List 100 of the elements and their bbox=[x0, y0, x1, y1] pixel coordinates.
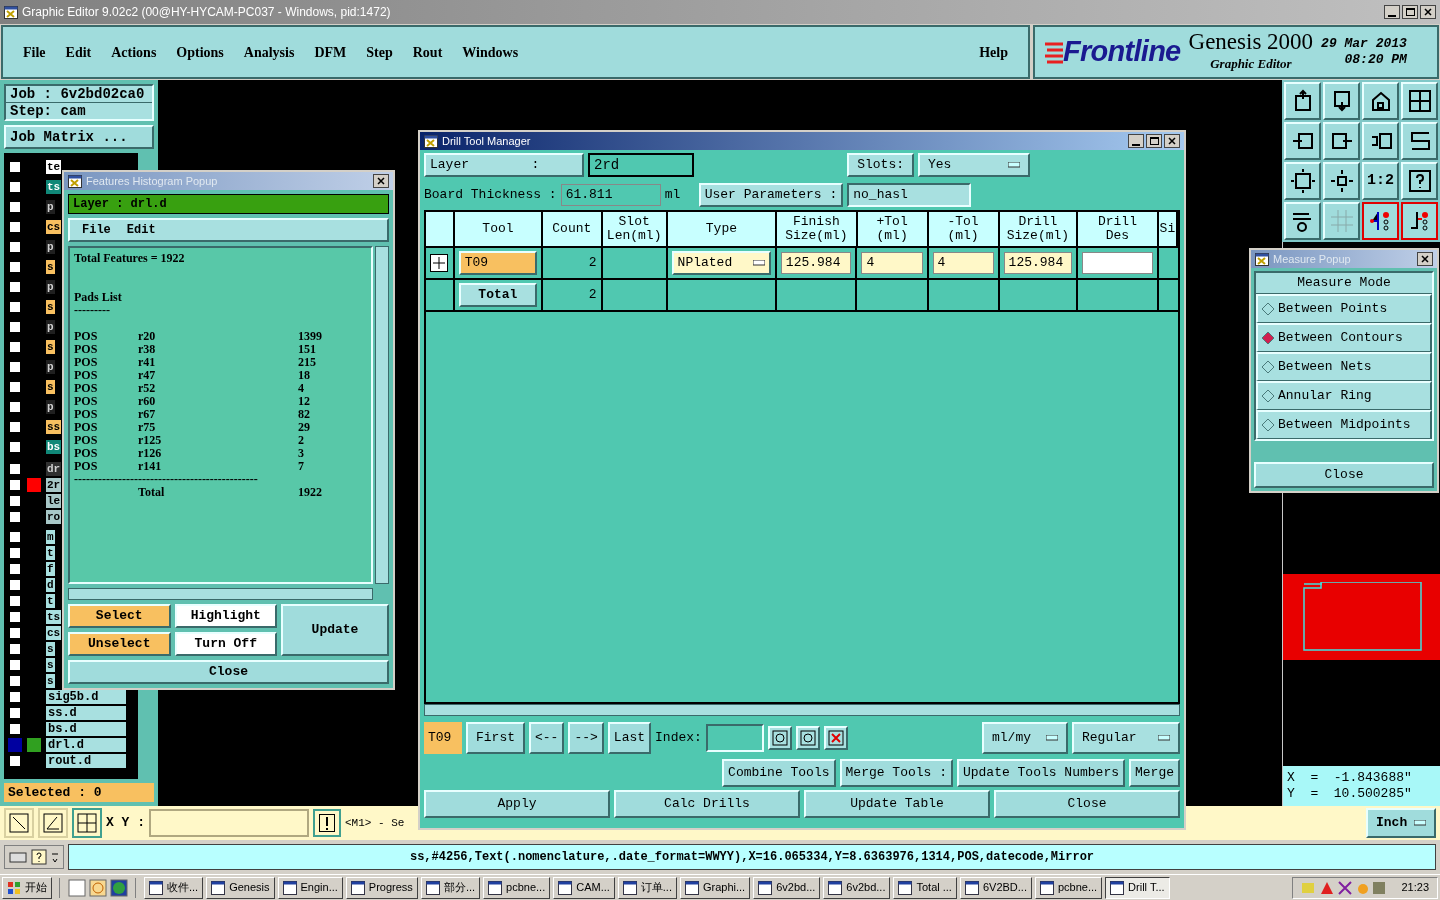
taskbar-item[interactable]: Graphi... bbox=[680, 876, 751, 899]
layer-checkbox[interactable] bbox=[8, 240, 22, 254]
measure-mode-option[interactable]: Between Contours bbox=[1256, 322, 1432, 352]
layer-name[interactable]: cs bbox=[46, 220, 62, 234]
layer-name[interactable]: drl.d bbox=[46, 738, 126, 752]
taskbar-item[interactable]: Total ... bbox=[893, 876, 957, 899]
layer-name[interactable]: ss bbox=[46, 420, 62, 434]
value-field[interactable]: 4 bbox=[861, 252, 923, 274]
measure-mode-option[interactable]: Between Midpoints bbox=[1256, 409, 1432, 439]
help-icon[interactable] bbox=[31, 849, 47, 865]
menu-item[interactable]: Windows bbox=[462, 41, 519, 63]
turn-off-button[interactable]: Turn Off bbox=[174, 632, 277, 656]
layer-checkbox[interactable] bbox=[8, 594, 22, 608]
alert-button[interactable] bbox=[313, 809, 341, 837]
layer-checkbox[interactable] bbox=[8, 340, 22, 354]
layer-name[interactable]: bs bbox=[46, 440, 62, 454]
close-button[interactable]: Close bbox=[68, 660, 389, 684]
xy-input-field[interactable] bbox=[149, 809, 309, 837]
globe-icon[interactable] bbox=[110, 878, 128, 897]
menu-item[interactable]: Analysis bbox=[243, 41, 295, 63]
layer-checkbox[interactable] bbox=[8, 380, 22, 394]
layer-checkbox[interactable] bbox=[8, 462, 22, 476]
type-dropdown[interactable]: NPlated bbox=[671, 251, 771, 275]
layer-name[interactable]: le bbox=[46, 494, 62, 508]
layer-checkbox[interactable] bbox=[8, 260, 22, 274]
layer-checkbox[interactable] bbox=[8, 706, 22, 720]
close-button[interactable]: Close bbox=[1254, 462, 1434, 488]
layer-checkbox[interactable] bbox=[8, 280, 22, 294]
select-button[interactable]: Select bbox=[68, 604, 171, 628]
taskbar-item[interactable]: 6v2bd... bbox=[823, 876, 891, 899]
scrollbar[interactable] bbox=[375, 246, 389, 584]
layer-checkbox[interactable] bbox=[8, 610, 22, 624]
layer-name[interactable]: ts bbox=[46, 180, 62, 194]
user-parameters-field[interactable]: no_hasl bbox=[847, 183, 972, 207]
taskbar-item[interactable]: 订单... bbox=[617, 876, 677, 899]
close-button[interactable] bbox=[1420, 5, 1436, 19]
layer-checkbox[interactable] bbox=[8, 440, 22, 454]
maximize-button[interactable] bbox=[1146, 134, 1162, 148]
update-tools-numbers-dropdown[interactable]: Update Tools Numbers bbox=[956, 759, 1125, 787]
menu-item[interactable]: Actions bbox=[111, 41, 157, 63]
tool-cell[interactable]: T09 bbox=[458, 251, 537, 275]
layer-name[interactable]: te bbox=[46, 160, 62, 174]
layer-field[interactable]: 2rd bbox=[588, 153, 694, 177]
measure-mode-option[interactable]: Annular Ring bbox=[1256, 380, 1432, 410]
measure-mode-option[interactable]: Between Nets bbox=[1256, 351, 1432, 381]
layer-checkbox[interactable] bbox=[8, 300, 22, 314]
caret-icon[interactable] bbox=[51, 850, 59, 864]
layer-name[interactable]: p bbox=[46, 320, 55, 334]
layer-name[interactable]: t bbox=[46, 594, 55, 608]
thickness-field[interactable]: 61.811 bbox=[560, 184, 661, 206]
previous-button[interactable]: <-- bbox=[529, 722, 565, 754]
job-matrix-button[interactable]: Job Matrix ... bbox=[4, 125, 154, 149]
layer-checkbox[interactable] bbox=[8, 626, 22, 640]
layer-name[interactable]: ss.d bbox=[46, 706, 126, 720]
zoom-button[interactable] bbox=[767, 726, 792, 750]
taskbar-item[interactable]: pcbne... bbox=[483, 876, 551, 899]
layer-name[interactable]: m bbox=[46, 530, 55, 544]
layer-checkbox[interactable] bbox=[8, 220, 22, 234]
toolbar-button[interactable] bbox=[1362, 202, 1399, 240]
layer-name[interactable]: t bbox=[46, 546, 55, 560]
layer-name[interactable]: s bbox=[46, 340, 55, 354]
menu-item[interactable]: File bbox=[23, 41, 46, 63]
units-dropdown[interactable]: ml/my bbox=[982, 722, 1068, 754]
layer-checkbox[interactable] bbox=[8, 200, 22, 214]
layer-name[interactable]: s bbox=[46, 658, 55, 672]
highlight-button[interactable]: Highlight bbox=[174, 604, 277, 628]
layer-name[interactable]: d bbox=[46, 578, 55, 592]
units-dropdown[interactable]: Inch bbox=[1366, 808, 1436, 838]
toolbar-button[interactable]: 1:2 bbox=[1362, 162, 1399, 200]
merge-button[interactable]: Merge bbox=[1129, 759, 1180, 787]
unselect-button[interactable]: Unselect bbox=[68, 632, 171, 656]
layer-name[interactable]: cs bbox=[46, 626, 62, 640]
next-button[interactable]: --> bbox=[568, 722, 604, 754]
first-button[interactable]: First bbox=[466, 722, 525, 754]
update-table-button[interactable]: Update Table bbox=[804, 790, 990, 818]
frame-button[interactable] bbox=[795, 726, 820, 750]
scrollbar[interactable] bbox=[424, 704, 1180, 716]
layer-name[interactable]: p bbox=[46, 280, 55, 294]
layer-name[interactable]: 2r bbox=[46, 478, 62, 492]
taskbar-item[interactable]: pcbne... bbox=[1034, 876, 1103, 899]
index-field[interactable] bbox=[705, 724, 764, 752]
cancel-button[interactable] bbox=[823, 726, 848, 750]
close-button[interactable] bbox=[1417, 252, 1433, 266]
layer-checkbox[interactable] bbox=[8, 400, 22, 414]
mode-dropdown[interactable]: Regular bbox=[1072, 722, 1180, 754]
layer-checkbox[interactable] bbox=[8, 690, 22, 704]
menu-item[interactable]: Help bbox=[979, 41, 1008, 63]
layer-name[interactable]: s bbox=[46, 300, 55, 314]
layer-checkbox[interactable] bbox=[8, 360, 22, 374]
value-field[interactable]: 4 bbox=[932, 252, 994, 274]
layer-name[interactable]: ts bbox=[46, 610, 62, 624]
layer-checkbox[interactable] bbox=[8, 738, 22, 752]
layer-checkbox[interactable] bbox=[8, 478, 22, 492]
taskbar-item[interactable]: CAM... bbox=[553, 876, 615, 899]
maximize-button[interactable] bbox=[1402, 5, 1418, 19]
layer-name[interactable]: p bbox=[46, 400, 55, 414]
layer-name[interactable]: dr bbox=[46, 462, 62, 476]
layer-name[interactable]: p bbox=[46, 240, 55, 254]
layer-checkbox[interactable] bbox=[8, 530, 22, 544]
value-field[interactable]: 125.984 bbox=[1003, 252, 1073, 274]
